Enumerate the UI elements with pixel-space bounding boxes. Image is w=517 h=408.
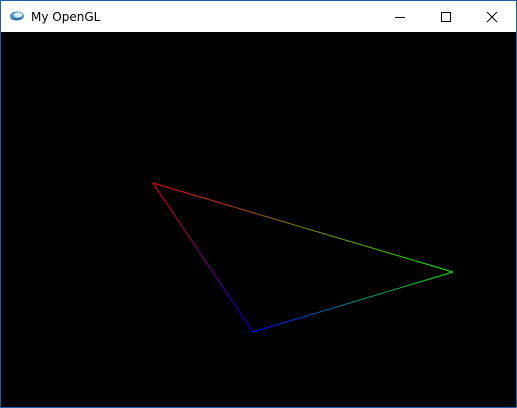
- window-title: My OpenGL: [31, 10, 101, 24]
- triangle-edge-blue-red: [152, 182, 254, 333]
- opengl-app-icon: [10, 11, 24, 21]
- maximize-button[interactable]: [423, 1, 469, 32]
- minimize-button[interactable]: [377, 1, 423, 32]
- opengl-window: My OpenGL: [0, 0, 517, 408]
- triangle-edge-green-blue: [252, 271, 454, 333]
- minimize-icon: [395, 16, 405, 18]
- maximize-icon: [441, 11, 451, 22]
- triangle: [152, 182, 454, 333]
- close-icon: [486, 11, 498, 22]
- title-bar[interactable]: My OpenGL: [1, 1, 516, 32]
- opengl-canvas[interactable]: [1, 32, 516, 408]
- triangle-edge-red-green: [152, 182, 454, 273]
- close-button[interactable]: [469, 1, 515, 32]
